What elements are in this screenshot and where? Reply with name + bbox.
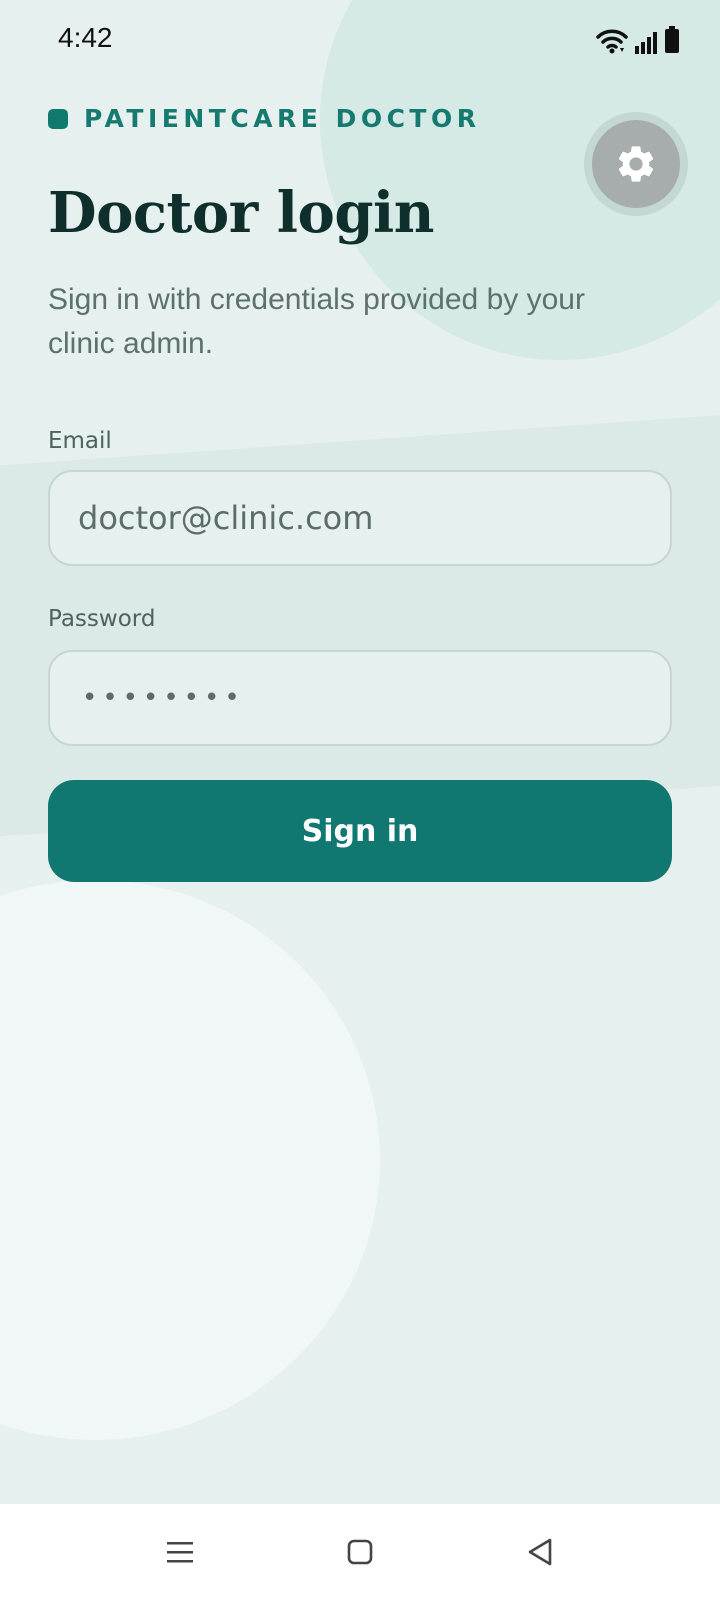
status-icons [596, 24, 680, 54]
email-label: Email [48, 428, 112, 454]
nav-back-button[interactable] [516, 1528, 564, 1576]
email-field[interactable]: doctor@clinic.com [48, 470, 672, 566]
page-title: Doctor login [48, 180, 435, 246]
brand-logo-mark [48, 108, 68, 129]
status-time: 4:42 [58, 22, 113, 53]
gear-icon [618, 146, 654, 182]
nav-recents-button[interactable] [156, 1528, 204, 1576]
sign-in-label: Sign in [301, 813, 419, 849]
nav-home-button[interactable] [336, 1528, 384, 1576]
password-field[interactable]: •••••••• [48, 650, 672, 746]
password-mask: •••••••• [82, 683, 245, 713]
menu-icon [167, 1542, 193, 1563]
back-icon [528, 1538, 552, 1566]
home-icon [347, 1539, 373, 1565]
settings-button[interactable] [592, 120, 680, 208]
email-placeholder: doctor@clinic.com [78, 499, 374, 537]
signal-icon [635, 32, 657, 54]
status-bar: 4:42 [0, 0, 720, 80]
sign-in-button[interactable]: Sign in [48, 780, 672, 882]
password-label: Password [48, 606, 156, 632]
background-circle-bottom [0, 880, 380, 1440]
wifi-icon [596, 29, 628, 54]
login-screen: 4:42 PATIENTCARE DOCTOR Doctor login Sig… [0, 0, 720, 1504]
page-subtitle: Sign in with credentials provided by you… [48, 283, 585, 360]
brand-header: PATIENTCARE DOCTOR [48, 104, 480, 133]
battery-icon [665, 26, 679, 53]
system-nav-bar [0, 1504, 720, 1600]
brand-name: PATIENTCARE DOCTOR [84, 104, 481, 133]
